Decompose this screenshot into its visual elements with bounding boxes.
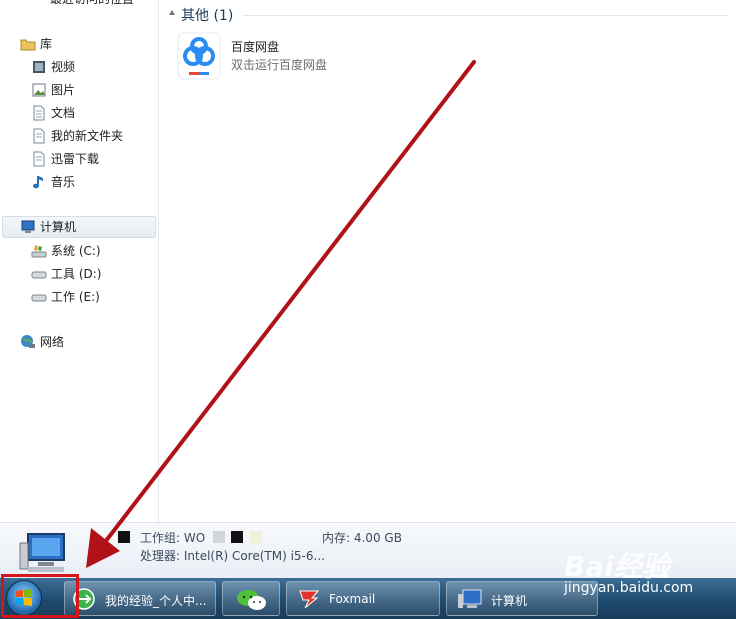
arrow-shaft [100, 60, 476, 548]
annotation-arrow [86, 60, 476, 568]
arrow-head-icon [86, 528, 120, 568]
